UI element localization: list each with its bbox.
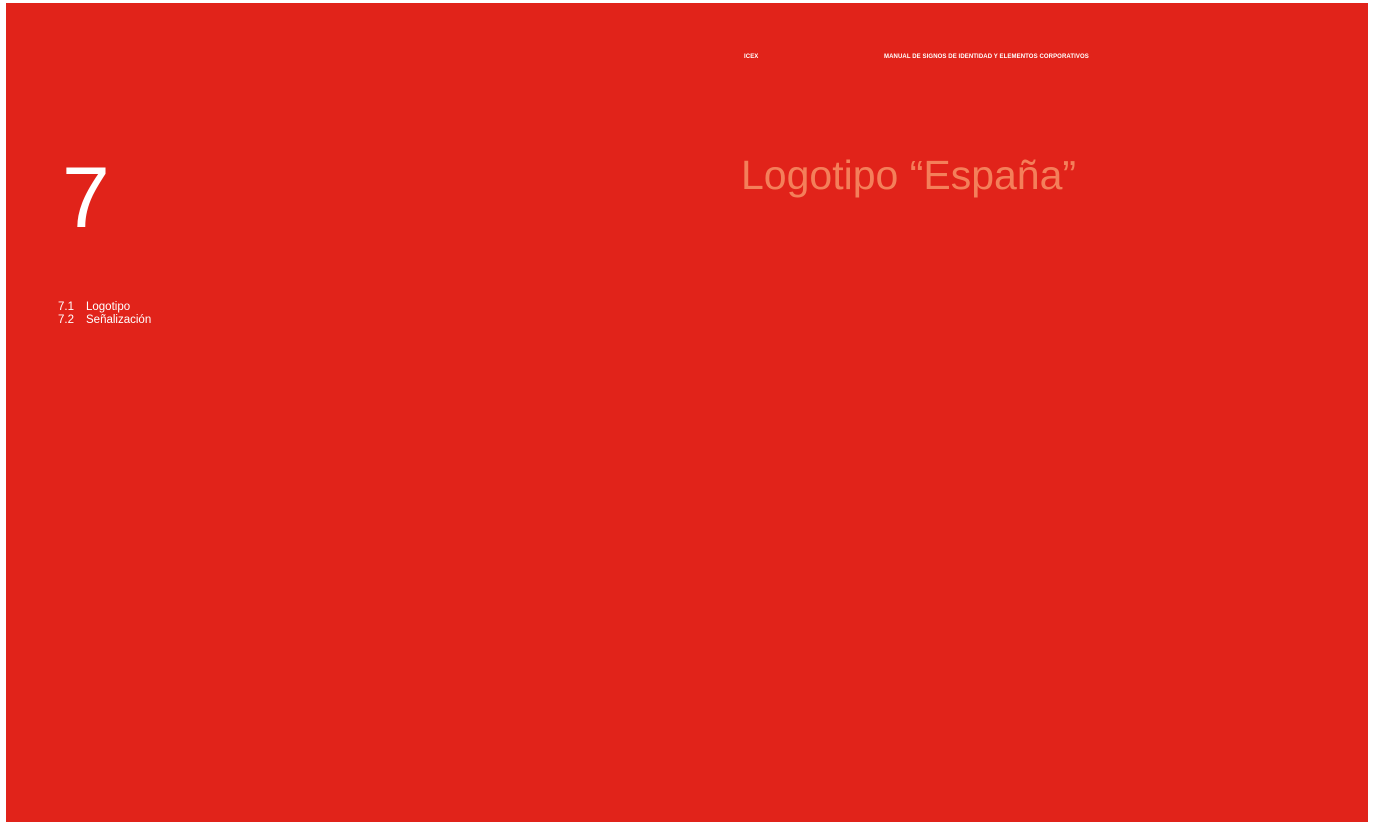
toc-item-label: Logotipo	[86, 301, 131, 313]
toc-item: 7.1 Logotipo	[58, 301, 151, 314]
header-title: MANUAL DE SIGNOS DE IDENTIDAD Y ELEMENTO…	[884, 54, 1089, 60]
toc-item: 7.2 Señalización	[58, 314, 151, 327]
chapter-number: 7	[62, 150, 110, 246]
manual-page: 7 7.1 Logotipo 7.2 Señalización ICEX MANUA…	[6, 3, 1368, 822]
header-code: ICEX	[744, 54, 759, 60]
section-title: Logotipo “España”	[741, 152, 1077, 198]
chapter-toc: 7.1 Logotipo 7.2 Señalización	[58, 301, 151, 327]
toc-item-number: 7.2	[58, 314, 74, 326]
toc-item-number: 7.1	[58, 301, 74, 313]
toc-item-label: Señalización	[86, 314, 152, 326]
